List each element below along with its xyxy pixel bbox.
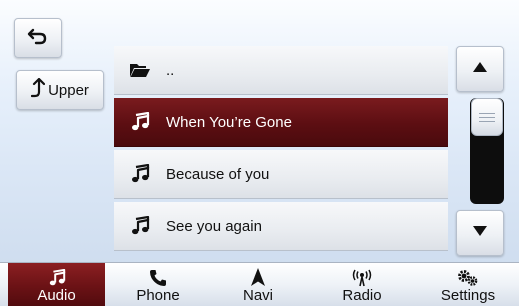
list-item-track[interactable]: See you again [114, 202, 448, 251]
bottom-nav-bar: Audio Phone Navi Radio Settings [0, 262, 519, 306]
scroll-down-button[interactable] [456, 210, 504, 256]
list-item-label: When You’re Gone [166, 113, 292, 131]
music-note-icon [48, 265, 66, 287]
back-button[interactable] [14, 18, 62, 58]
gears-icon [457, 265, 479, 287]
nav-tab-settings[interactable]: Settings [420, 263, 516, 306]
up-arrow-icon [30, 77, 46, 102]
scrollbar-track[interactable] [470, 98, 504, 204]
list-item-label: Because of you [166, 165, 270, 183]
nav-label: Phone [136, 287, 180, 304]
nav-tab-navi[interactable]: Navi [212, 263, 304, 306]
music-note-icon [114, 112, 166, 132]
back-arrow-icon [27, 27, 49, 49]
nav-label: Navi [242, 287, 273, 304]
nav-tab-audio[interactable]: Audio [8, 263, 105, 306]
list-item-track[interactable]: Because of you [114, 150, 448, 199]
radio-signal-icon [351, 265, 373, 287]
nav-tab-phone[interactable]: Phone [112, 263, 204, 306]
list-item-track[interactable]: When You’re Gone [114, 98, 448, 147]
triangle-up-icon [472, 60, 488, 78]
list-item-label: .. [166, 61, 175, 79]
upper-label: Upper [48, 81, 89, 99]
nav-label: Radio [342, 287, 382, 304]
upper-folder-button[interactable]: Upper [16, 70, 104, 110]
music-note-icon [114, 216, 166, 236]
list-item-parent-folder[interactable]: .. [114, 46, 448, 95]
navigation-arrow-icon [250, 265, 266, 287]
nav-label: Settings [440, 287, 496, 304]
music-note-icon [114, 164, 166, 184]
scrollbar-thumb[interactable] [471, 98, 503, 136]
file-list: .. When You’re Gone Because of you See y… [114, 46, 448, 251]
nav-label: Audio [37, 287, 76, 304]
phone-icon [149, 265, 167, 287]
scroll-up-button[interactable] [456, 46, 504, 92]
nav-tab-radio[interactable]: Radio [316, 263, 408, 306]
triangle-down-icon [472, 224, 488, 242]
folder-open-icon [114, 62, 166, 78]
list-item-label: See you again [166, 217, 262, 235]
